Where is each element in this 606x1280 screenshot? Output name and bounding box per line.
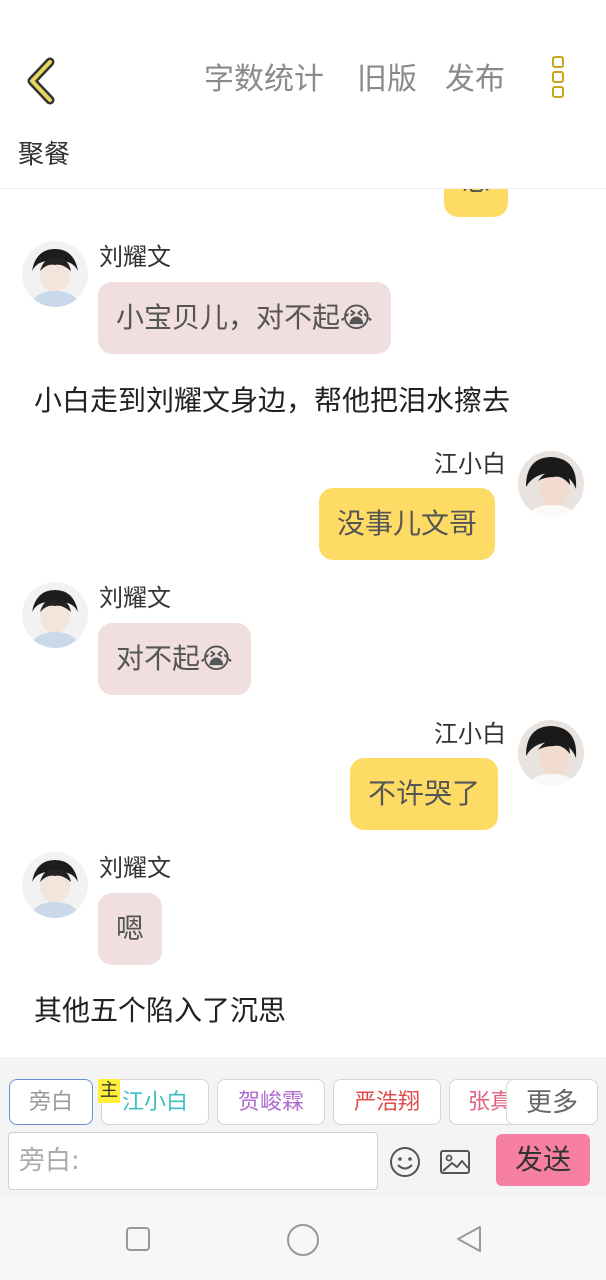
chip-label: 贺峻霖 (237, 1090, 304, 1115)
system-nav-bar (0, 1197, 606, 1280)
composer: 旁白 江小白 主 贺峻霖 严浩翔 张真 更多 旁白: 发送 (0, 1057, 606, 1197)
sender-name: 刘耀文 (99, 854, 171, 882)
avatar[interactable] (22, 582, 88, 648)
role-chip-yan-haoxiang[interactable]: 严浩翔 (333, 1079, 441, 1125)
narration-text: 小白走到刘耀文身边，帮他把泪水擦去 (34, 384, 511, 417)
chat-bubble-right: 没事儿文哥 (319, 488, 496, 560)
main-role-badge: 主 (98, 1079, 120, 1103)
sender-name: 江小白 (434, 450, 506, 478)
chat-bubble-right: 不许哭了 (350, 758, 499, 830)
publish-button[interactable]: 发布 (445, 60, 505, 100)
word-count-button[interactable]: 字数统计 (204, 60, 324, 100)
recent-apps-icon[interactable] (125, 1226, 151, 1252)
avatar[interactable] (22, 852, 88, 918)
role-chip-narrator[interactable]: 旁白 (9, 1079, 93, 1125)
narration-text: 其他五个陷入了沉思 (34, 994, 287, 1027)
avatar[interactable] (518, 451, 584, 517)
emoji-icon[interactable] (388, 1145, 422, 1179)
page-title: 聚餐 (18, 140, 71, 170)
back-chevron-icon[interactable] (22, 56, 62, 106)
chat-bubble-right: 思 (444, 189, 509, 217)
chip-label: 旁白 (28, 1090, 73, 1115)
chat-bubble-left: 小宝贝儿，对不起😭 (98, 282, 391, 354)
avatar[interactable] (22, 241, 88, 307)
more-menu-icon[interactable] (546, 56, 570, 106)
chip-label: 江小白 (121, 1090, 188, 1115)
more-roles-button[interactable]: 更多 (506, 1079, 598, 1125)
avatar[interactable] (518, 720, 584, 786)
sender-name: 江小白 (434, 720, 506, 748)
sender-name: 刘耀文 (99, 584, 171, 612)
home-icon[interactable] (286, 1223, 320, 1257)
back-icon[interactable] (454, 1224, 484, 1254)
top-bar: 字数统计 旧版 发布 聚餐 (0, 0, 606, 189)
chat-area[interactable]: 思 刘耀文 小宝贝儿，对不起😭 小白走到刘耀文身边，帮他把泪水擦去 江小白 没事… (0, 189, 606, 1057)
chip-label: 严浩翔 (353, 1090, 420, 1115)
chat-bubble-left: 嗯 (98, 893, 163, 965)
message-input[interactable]: 旁白: (8, 1132, 378, 1190)
chat-bubble-left: 对不起😭 (98, 623, 251, 695)
role-chip-he-junlin[interactable]: 贺峻霖 (217, 1079, 325, 1125)
old-version-button[interactable]: 旧版 (357, 60, 417, 100)
image-icon[interactable] (438, 1145, 472, 1179)
send-button[interactable]: 发送 (496, 1134, 590, 1186)
sender-name: 刘耀文 (99, 243, 171, 271)
